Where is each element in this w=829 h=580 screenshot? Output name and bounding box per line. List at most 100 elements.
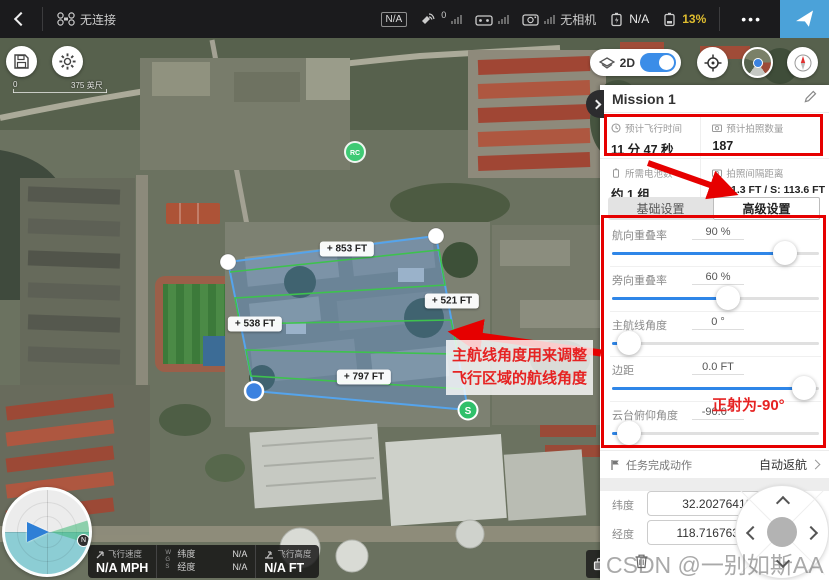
photo-icon [712, 124, 722, 132]
dpad-left-button[interactable] [746, 526, 760, 540]
telemetry-lng-value: N/A [232, 561, 247, 574]
slider-label: 边距 [612, 362, 634, 378]
route-angle-slider[interactable] [612, 342, 819, 345]
aircraft-battery-value: N/A [629, 12, 649, 26]
stat-label: 拍照间隔距离 [726, 166, 783, 180]
camera-signal-status[interactable]: 无相机 [522, 11, 596, 28]
nudge-dpad [735, 485, 829, 579]
margin-slider[interactable] [612, 387, 819, 390]
settings-button[interactable] [52, 46, 83, 77]
stat-label: 预计拍照数量 [726, 121, 783, 135]
slider-thumb[interactable] [617, 421, 641, 445]
mission-settings-panel: Mission 1 预计飞行时间 11 分 47 秒 预计拍照数量 187 所需… [600, 85, 829, 580]
edit-mission-name-button[interactable] [804, 90, 817, 108]
clock-icon [611, 123, 621, 133]
finish-flag-icon [610, 459, 621, 471]
tab-basic-settings[interactable]: 基础设置 [608, 197, 713, 220]
satellite-count: 0 [441, 10, 446, 20]
north-indicator: N [77, 534, 90, 547]
satellite-icon [420, 12, 436, 26]
aircraft-battery-status[interactable]: N/A [609, 12, 649, 27]
minimap-button[interactable] [742, 47, 773, 78]
tab-advanced-settings[interactable]: 高级设置 [713, 197, 820, 220]
stat-flight-time: 预计飞行时间 11 分 47 秒 [600, 114, 700, 158]
annotation-ortho-note: 正射为-90° [712, 394, 785, 415]
slider-label: 旁向重叠率 [612, 272, 667, 288]
gps-signal-bars-icon [451, 15, 462, 24]
slider-label: 云台俯仰角度 [612, 407, 678, 423]
altitude-label: 飞行高度 [277, 548, 311, 560]
side-overlap-value-field[interactable]: 60 % [692, 271, 744, 285]
toggle-knob [659, 55, 674, 70]
slider-label: 主航线角度 [612, 317, 667, 333]
telemetry-position: WGS 纬度 N/A 经度 N/A [156, 545, 255, 578]
attitude-compass[interactable]: N [2, 487, 92, 577]
rc-signal-status[interactable] [475, 13, 509, 26]
speed-label: 飞行速度 [108, 548, 142, 560]
camera-status-text: 无相机 [560, 11, 596, 28]
mission-stats: 预计飞行时间 11 分 47 秒 预计拍照数量 187 所需电池数 约 1 组 … [600, 114, 829, 196]
drone-icon [57, 12, 75, 26]
gimbal-pitch-slider[interactable] [612, 432, 819, 435]
camera-signal-bars-icon [544, 15, 555, 24]
slider-row-side-overlap: 旁向重叠率 60 % [610, 267, 821, 312]
telemetry-speed: 飞行速度 N/A MPH [88, 545, 156, 578]
map-scale-line [13, 92, 107, 93]
top-status-bar: 无连接 N/A 0 无相机 N/A [0, 0, 829, 38]
dpad-right-button[interactable] [804, 526, 818, 540]
gps-status[interactable]: 0 [420, 12, 462, 26]
map-scale-end: 375 英尺 [71, 80, 103, 91]
wgs-label: WGS [165, 548, 173, 574]
crosshair-icon [704, 54, 722, 72]
telemetry-lng-label: 经度 [177, 561, 195, 574]
stat-value: 11 分 47 秒 [611, 139, 696, 158]
map-mode-label: 2D [620, 56, 635, 70]
compass-reset-button[interactable] [787, 47, 818, 78]
annotation-route-angle-tip: 主航线角度用来调整 飞行区域的航线角度 [446, 340, 593, 395]
map-layers-icon [599, 57, 615, 69]
course-overlap-value-field[interactable]: 90 % [692, 226, 744, 240]
map-2d-toggle[interactable] [640, 53, 676, 72]
app-screen: S RC + 853 FT + 521 FT + 538 FT + 797 FT… [0, 0, 829, 580]
compass-needle-icon [793, 53, 813, 73]
dpad-down-button[interactable] [776, 554, 790, 568]
more-menu-button[interactable]: ••• [733, 11, 770, 27]
dpad-up-button[interactable] [776, 496, 790, 510]
panel-header: Mission 1 [600, 85, 829, 113]
side-overlap-slider[interactable] [612, 297, 819, 300]
camera-icon [522, 13, 539, 26]
course-overlap-slider[interactable] [612, 252, 819, 255]
telemetry-bar: 飞行速度 N/A MPH WGS 纬度 N/A 经度 N/A 飞行高度 N/A FT [88, 545, 319, 578]
mission-title: Mission 1 [612, 91, 676, 107]
telemetry-lat-label: 纬度 [177, 548, 195, 561]
speed-arrow-icon [96, 550, 105, 559]
telemetry-lat-value: N/A [232, 548, 247, 561]
divider [719, 7, 720, 31]
altitude-value: N/A FT [264, 561, 311, 575]
pencil-icon [804, 90, 817, 103]
route-angle-value-field[interactable]: 0 ° [692, 316, 744, 330]
delete-mission-button[interactable] [634, 553, 649, 574]
slider-thumb[interactable] [617, 331, 641, 355]
slider-thumb[interactable] [773, 241, 797, 265]
slider-thumb[interactable] [716, 286, 740, 310]
rc-battery-status[interactable]: 13% [662, 12, 706, 27]
chevron-right-icon [811, 460, 821, 470]
battery-icon [611, 168, 621, 178]
aircraft-battery-icon [609, 12, 624, 27]
slider-thumb[interactable] [792, 376, 816, 400]
edge-distance-label: + 538 FT [228, 317, 282, 332]
aircraft-status[interactable]: 无连接 [57, 11, 116, 28]
save-mission-button[interactable] [6, 46, 37, 77]
edge-distance-label: + 521 FT [425, 294, 479, 309]
finish-action-value: 自动返航 [759, 456, 807, 473]
finish-action-row[interactable]: 任务完成动作 自动返航 [600, 450, 829, 478]
dpad-center-button[interactable] [767, 517, 797, 547]
margin-value-field[interactable]: 0.0 FT [692, 361, 744, 375]
back-button[interactable] [0, 0, 42, 38]
stat-value: F: 21.3 FT / S: 113.6 FT [712, 184, 825, 196]
locate-button[interactable] [697, 47, 728, 78]
map-mode-control: 2D [590, 49, 681, 76]
takeoff-button[interactable] [780, 0, 829, 38]
interval-icon [712, 169, 722, 177]
